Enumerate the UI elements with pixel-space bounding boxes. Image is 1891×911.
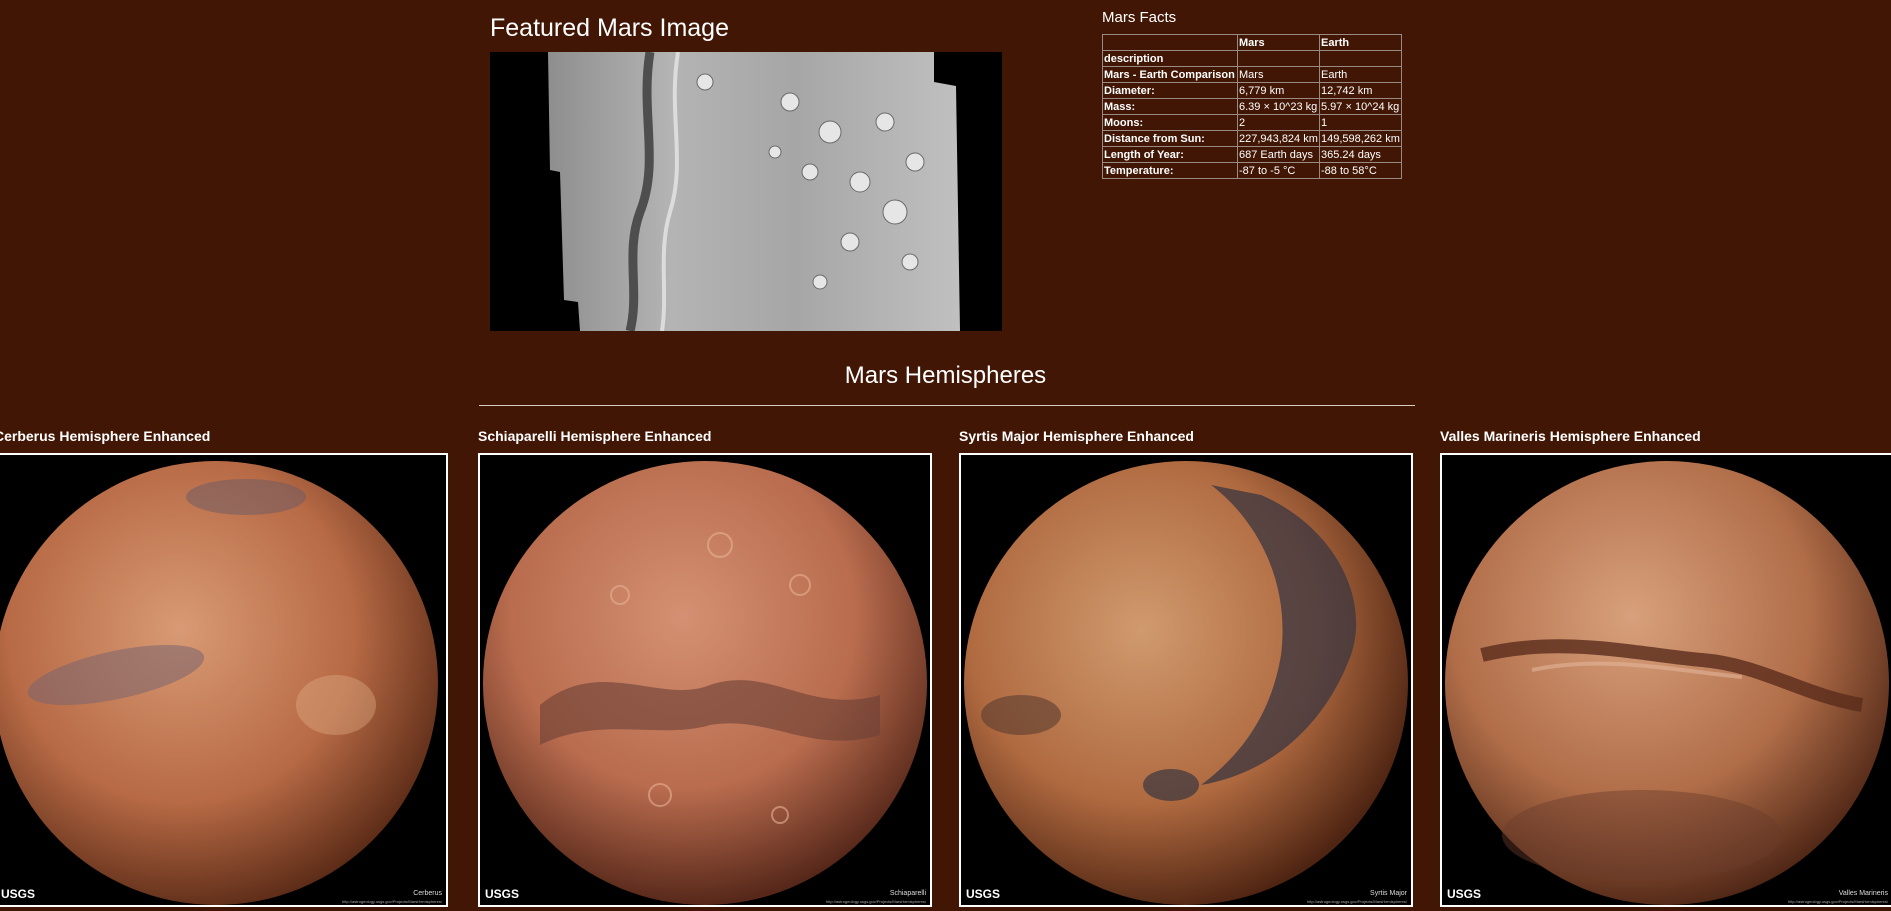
hemisphere-caption: Valles Marineris: [1838, 890, 1888, 897]
hemisphere-card-schiaparelli: Schiaparelli Hemisphere Enhanced USGS Sc…: [478, 428, 932, 907]
table-cell: Mars: [1237, 66, 1320, 83]
hemisphere-image-schiaparelli[interactable]: USGS Schiaparelli http://astrogeology.us…: [478, 453, 932, 907]
usgs-logo: USGS: [966, 887, 1001, 901]
usgs-logo: USGS: [1, 887, 36, 901]
table-row-label: Moons:: [1102, 114, 1238, 131]
mars-facts-table: Mars Earth description Mars - Earth Comp…: [1102, 34, 1402, 179]
hemisphere-name: Cerberus Hemisphere Enhanced: [0, 428, 211, 444]
hemisphere-card-valles-marineris: Valles Marineris Hemisphere Enhanced USG…: [1440, 428, 1891, 907]
table-cell: 2: [1237, 114, 1320, 131]
hemisphere-url: http://astrogeology.usgs.gov/Projects/Ma…: [1307, 899, 1407, 904]
table-row: Diameter: 6,779 km 12,742 km: [1102, 82, 1402, 99]
table-row-label: Length of Year:: [1102, 146, 1238, 163]
table-row: Length of Year: 687 Earth days 365.24 da…: [1102, 146, 1402, 163]
table-header-row: Mars Earth: [1102, 34, 1402, 51]
table-cell: 6,779 km: [1237, 82, 1320, 99]
table-cell: 687 Earth days: [1237, 146, 1320, 163]
usgs-logo: USGS: [1447, 887, 1482, 901]
table-header-cell: [1102, 34, 1238, 51]
hemisphere-caption: Syrtis Major: [1370, 890, 1407, 897]
table-row-label: Mass:: [1102, 98, 1238, 115]
hemisphere-url: http://astrogeology.usgs.gov/Projects/Ma…: [826, 899, 926, 904]
table-row: Mass: 6.39 × 10^23 kg 5.97 × 10^24 kg: [1102, 98, 1402, 115]
table-row-label: description: [1102, 50, 1238, 67]
table-row-label: Mars - Earth Comparison: [1102, 66, 1238, 83]
table-row: Mars - Earth Comparison Mars Earth: [1102, 66, 1402, 83]
table-cell: 365.24 days: [1319, 146, 1402, 163]
table-cell: [1237, 50, 1320, 67]
featured-image-title: Featured Mars Image: [490, 14, 729, 42]
table-cell: [1319, 50, 1402, 67]
hemisphere-caption: Schiaparelli: [889, 890, 926, 897]
hemisphere-caption: Cerberus: [413, 890, 442, 897]
table-header-cell: Mars: [1237, 34, 1320, 51]
table-cell: Earth: [1319, 66, 1402, 83]
hemisphere-card-cerberus: Cerberus Hemisphere Enhanced USGS Cerber…: [0, 428, 448, 907]
table-cell: 5.97 × 10^24 kg: [1319, 98, 1402, 115]
hemisphere-url: http://astrogeology.usgs.gov/Projects/Ma…: [342, 899, 442, 904]
hemisphere-name: Valles Marineris Hemisphere Enhanced: [1440, 428, 1701, 444]
table-cell: -88 to 58°C: [1319, 162, 1402, 179]
table-cell: 6.39 × 10^23 kg: [1237, 98, 1320, 115]
hemispheres-title: Mars Hemispheres: [844, 362, 1047, 389]
hemisphere-card-syrtis-major: Syrtis Major Hemisphere Enhanced USGS Sy…: [959, 428, 1413, 907]
table-cell: 12,742 km: [1319, 82, 1402, 99]
table-row-label: Diameter:: [1102, 82, 1238, 99]
mars-facts-title: Mars Facts: [1102, 9, 1177, 26]
usgs-logo: USGS: [485, 887, 520, 901]
table-header-cell: Earth: [1319, 34, 1402, 51]
page: Featured Mars Image Mars Facts Mars Eart…: [0, 0, 1891, 911]
table-cell: 227,943,824 km: [1237, 130, 1320, 147]
table-row: Temperature: -87 to -5 °C -88 to 58°C: [1102, 162, 1402, 179]
hemisphere-name: Schiaparelli Hemisphere Enhanced: [478, 428, 712, 444]
table-cell: 1: [1319, 114, 1402, 131]
table-row: Distance from Sun: 227,943,824 km 149,59…: [1102, 130, 1402, 147]
table-cell: -87 to -5 °C: [1237, 162, 1320, 179]
table-cell: 149,598,262 km: [1319, 130, 1402, 147]
featured-mars-image[interactable]: [490, 52, 1002, 331]
hemisphere-url: http://astrogeology.usgs.gov/Projects/Ma…: [1788, 899, 1888, 904]
table-row: Moons: 2 1: [1102, 114, 1402, 131]
table-row-label: Temperature:: [1102, 162, 1238, 179]
section-divider: [479, 405, 1415, 406]
hemisphere-image-valles-marineris[interactable]: USGS Valles Marineris http://astrogeolog…: [1440, 453, 1891, 907]
hemisphere-image-syrtis-major[interactable]: USGS Syrtis Major http://astrogeology.us…: [959, 453, 1413, 907]
hemisphere-name: Syrtis Major Hemisphere Enhanced: [959, 428, 1194, 444]
table-row: description: [1102, 50, 1402, 67]
table-row-label: Distance from Sun:: [1102, 130, 1238, 147]
hemisphere-image-cerberus[interactable]: USGS Cerberus http://astrogeology.usgs.g…: [0, 453, 448, 907]
